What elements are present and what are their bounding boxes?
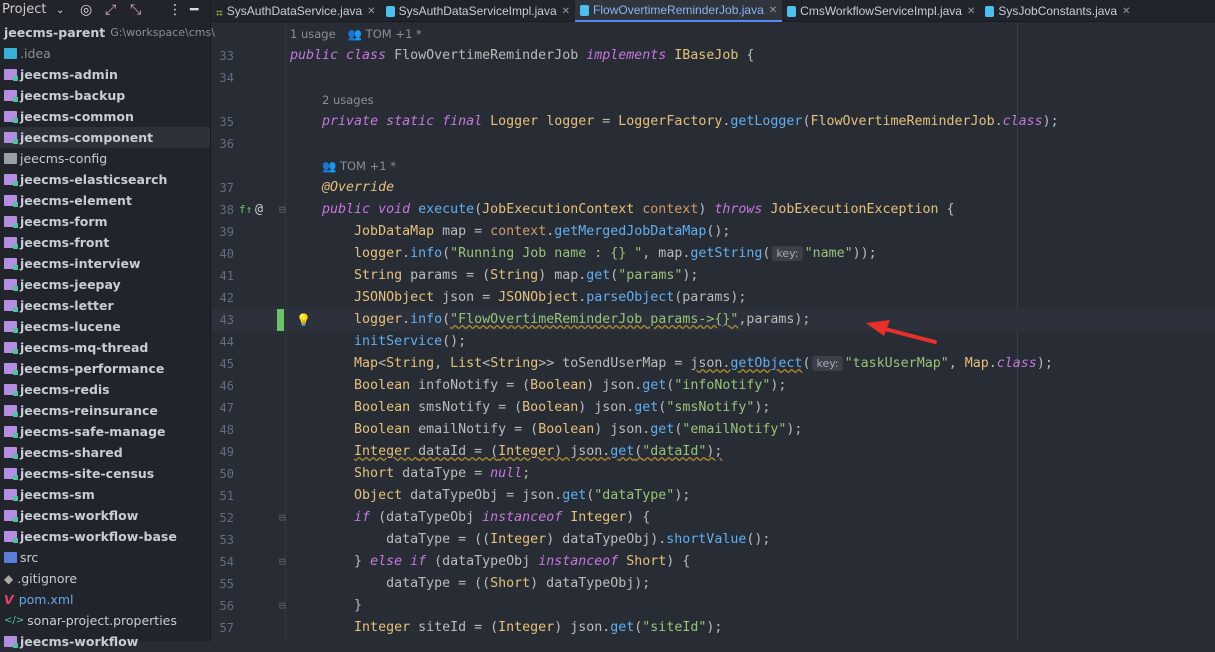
annotation-arrow: [866, 320, 937, 344]
arrow-head: [866, 320, 890, 336]
arrow-shaft: [883, 327, 937, 344]
